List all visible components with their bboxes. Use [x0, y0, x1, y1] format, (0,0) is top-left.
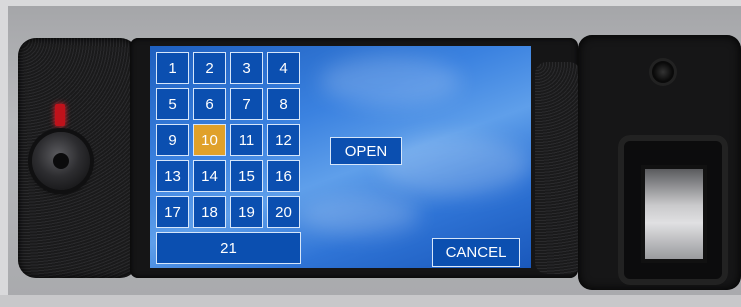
keypad-key-17[interactable]: 17 — [156, 196, 189, 228]
keypad-key-20[interactable]: 20 — [267, 196, 300, 228]
keypad-key-16[interactable]: 16 — [267, 160, 300, 192]
keypad-key-14[interactable]: 14 — [193, 160, 226, 192]
fingerprint-scanner[interactable] — [641, 165, 707, 263]
keypad-key-15[interactable]: 15 — [230, 160, 263, 192]
panel-bottom-edge — [0, 295, 741, 307]
cancel-button[interactable]: CANCEL — [432, 238, 520, 267]
keypad-key-10[interactable]: 10 — [193, 124, 226, 156]
keypad-key-9[interactable]: 9 — [156, 124, 189, 156]
keypad-key-13[interactable]: 13 — [156, 160, 189, 192]
camera-icon — [652, 61, 674, 83]
keypad-key-3[interactable]: 3 — [230, 52, 263, 84]
keypad-key-8[interactable]: 8 — [267, 88, 300, 120]
keypad-key-11[interactable]: 11 — [230, 124, 263, 156]
fingerprint-reader-unit — [578, 35, 741, 290]
keypad-key-2[interactable]: 2 — [193, 52, 226, 84]
screen-side-grille — [535, 62, 581, 274]
keypad-key-21[interactable]: 21 — [156, 232, 301, 264]
left-bezel — [18, 38, 138, 278]
keypad-key-7[interactable]: 7 — [230, 88, 263, 120]
key-lock-icon — [32, 132, 90, 190]
keypad-key-6[interactable]: 6 — [193, 88, 226, 120]
touch-screen: 1 2 3 4 5 6 7 8 9 10 11 12 13 14 15 16 17 18 19 20 21 OPEN C… — [150, 46, 531, 268]
keypad-key-12[interactable]: 12 — [267, 124, 300, 156]
keypad-key-19[interactable]: 19 — [230, 196, 263, 228]
open-button[interactable]: OPEN — [330, 137, 402, 165]
keypad-key-18[interactable]: 18 — [193, 196, 226, 228]
keypad-key-5[interactable]: 5 — [156, 88, 189, 120]
keypad-key-1[interactable]: 1 — [156, 52, 189, 84]
status-led-icon — [55, 104, 65, 126]
keypad-key-4[interactable]: 4 — [267, 52, 300, 84]
